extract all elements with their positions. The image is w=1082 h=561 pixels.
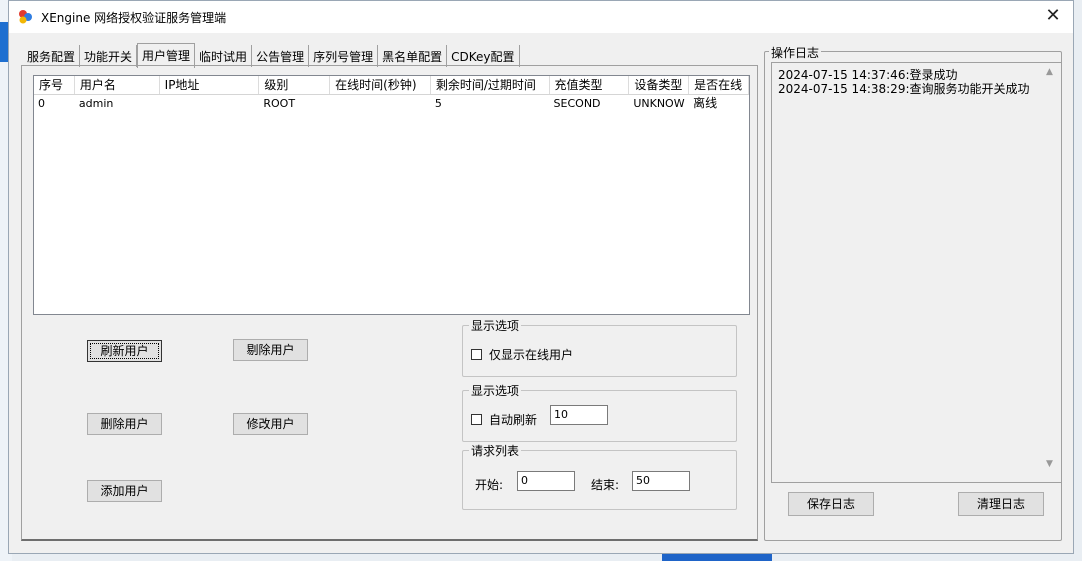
modify-user-button[interactable]: 修改用户 — [233, 413, 308, 435]
tab-cdkey-config[interactable]: CDKey配置 — [447, 45, 520, 67]
app-icon — [19, 10, 32, 24]
column-header[interactable]: 设备类型 — [629, 76, 690, 94]
kick-user-button[interactable]: 剔除用户 — [233, 339, 308, 361]
table-row[interactable]: 0 admin ROOT 5 SECOND UNKNOW 离线 — [34, 95, 749, 112]
table-cell: 0 — [38, 97, 45, 110]
scroll-down-icon[interactable]: ▼ — [1046, 459, 1053, 469]
tab-notice-management[interactable]: 公告管理 — [252, 45, 310, 67]
end-field[interactable]: 50 — [632, 471, 690, 491]
main-window: XEngine 网络授权验证服务管理端 ✕ 服务配置 功能开关 用户管理 临时试… — [8, 0, 1074, 554]
user-list-header: 序号 用户名 IP地址 级别 在线时间(秒钟) 剩余时间/过期时间 充值类型 设… — [34, 76, 750, 95]
clear-log-button[interactable]: 清理日志 — [958, 492, 1044, 516]
table-cell: UNKNOW — [633, 97, 685, 110]
request-list-group: 请求列表 开始: 0 结束: 50 — [462, 442, 737, 510]
column-header[interactable]: IP地址 — [160, 76, 260, 94]
online-only-checkbox[interactable]: 仅显示在线用户 — [471, 346, 573, 363]
tab-temp-trial[interactable]: 临时试用 — [195, 45, 253, 67]
table-cell — [330, 95, 431, 112]
table-cell: 5 — [434, 97, 442, 110]
tab-service-config[interactable]: 服务配置 — [23, 45, 81, 67]
start-label: 开始: — [475, 478, 504, 492]
tab-strip: 服务配置 功能开关 用户管理 临时试用 公告管理 序列号管理 黑名单配置 CDK… — [23, 43, 520, 68]
log-entry: 2024-07-15 14:38:29:查询服务功能开关成功 — [778, 82, 1030, 96]
delete-user-button[interactable]: 删除用户 — [87, 413, 162, 435]
checkbox-box[interactable] — [471, 414, 482, 425]
table-cell: SECOND — [553, 97, 601, 110]
close-icon[interactable]: ✕ — [1033, 1, 1073, 33]
column-header[interactable]: 用户名 — [75, 76, 160, 94]
end-label: 结束: — [591, 478, 620, 492]
column-header[interactable]: 剩余时间/过期时间 — [431, 76, 550, 94]
table-cell: admin — [78, 97, 114, 110]
start-field[interactable]: 0 — [517, 471, 575, 491]
group-legend: 显示选项 — [469, 317, 522, 334]
refresh-users-button[interactable]: 刷新用户 — [87, 340, 162, 362]
checkbox-label: 仅显示在线用户 — [489, 348, 574, 362]
tab-feature-switch[interactable]: 功能开关 — [80, 45, 138, 67]
auto-refresh-checkbox[interactable]: 自动刷新 — [471, 411, 537, 428]
column-header[interactable]: 是否在线 — [689, 76, 750, 94]
column-header[interactable]: 级别 — [259, 76, 331, 94]
column-header[interactable]: 充值类型 — [550, 76, 630, 94]
checkbox-box[interactable] — [471, 349, 482, 360]
tab-serial-management[interactable]: 序列号管理 — [309, 45, 379, 67]
table-cell: 离线 — [693, 96, 718, 110]
title-bar: XEngine 网络授权验证服务管理端 ✕ — [9, 1, 1073, 33]
group-legend: 请求列表 — [469, 442, 522, 459]
save-log-button[interactable]: 保存日志 — [788, 492, 874, 516]
add-user-button[interactable]: 添加用户 — [87, 480, 162, 502]
table-cell — [160, 95, 260, 112]
column-header[interactable]: 在线时间(秒钟) — [330, 76, 431, 94]
group-legend: 显示选项 — [469, 382, 522, 399]
user-list[interactable]: 序号 用户名 IP地址 级别 在线时间(秒钟) 剩余时间/过期时间 充值类型 设… — [33, 75, 750, 315]
auto-refresh-interval-field[interactable]: 10 — [550, 405, 608, 425]
column-header[interactable]: 序号 — [34, 76, 75, 94]
table-cell: ROOT — [263, 97, 296, 110]
auto-refresh-group: 显示选项 自动刷新 10 — [462, 382, 737, 442]
log-list[interactable]: 2024-07-15 14:37:46:登录成功 2024-07-15 14:3… — [771, 62, 1062, 483]
tab-blacklist-config[interactable]: 黑名单配置 — [378, 45, 448, 67]
window-title: XEngine 网络授权验证服务管理端 — [41, 11, 227, 25]
scroll-up-icon[interactable]: ▲ — [1046, 67, 1053, 77]
group-legend: 操作日志 — [769, 44, 822, 61]
checkbox-label: 自动刷新 — [489, 413, 538, 427]
display-options-group: 显示选项 仅显示在线用户 — [462, 317, 737, 377]
